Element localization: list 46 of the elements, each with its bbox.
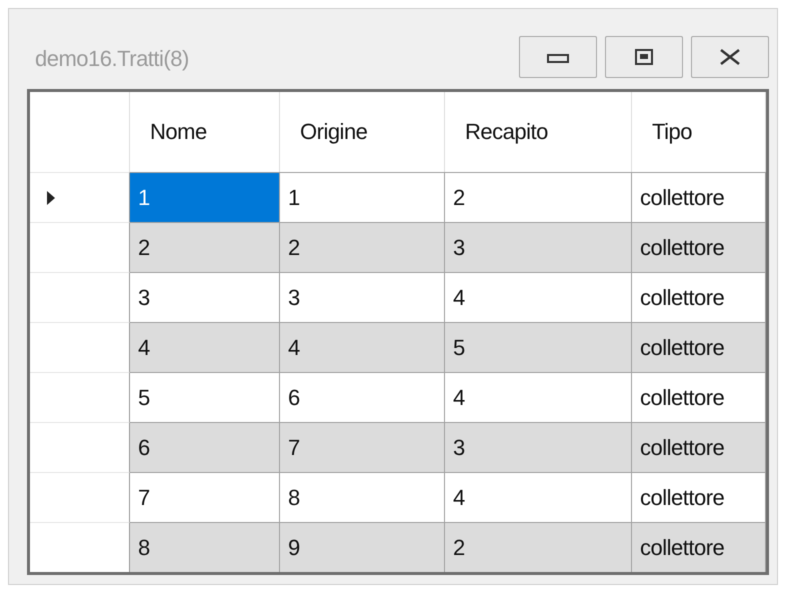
table-cell[interactable]: 1 xyxy=(280,172,445,222)
row-header[interactable] xyxy=(30,272,130,322)
table-cell[interactable]: 3 xyxy=(445,422,632,472)
table-cell[interactable]: collettore xyxy=(632,272,766,322)
table-cell[interactable]: 4 xyxy=(280,322,445,372)
row-header[interactable] xyxy=(30,322,130,372)
table-cell[interactable]: 5 xyxy=(130,372,280,422)
table-cell[interactable]: 7 xyxy=(280,422,445,472)
table-cell[interactable]: 2 xyxy=(445,522,632,572)
minimize-button[interactable] xyxy=(519,36,597,78)
table-cell[interactable]: collettore xyxy=(632,172,766,222)
table-cell[interactable]: 6 xyxy=(130,422,280,472)
row-header[interactable] xyxy=(30,422,130,472)
table-cell[interactable]: 7 xyxy=(130,472,280,522)
table-cell[interactable]: 5 xyxy=(445,322,632,372)
table-cell[interactable]: collettore xyxy=(632,422,766,472)
table-cell[interactable]: 4 xyxy=(445,272,632,322)
table-cell[interactable]: 3 xyxy=(130,272,280,322)
row-header[interactable] xyxy=(30,522,130,572)
table-cell[interactable]: 4 xyxy=(445,372,632,422)
table-cell[interactable]: 4 xyxy=(445,472,632,522)
table-cell[interactable]: 2 xyxy=(445,172,632,222)
table-cell[interactable]: 3 xyxy=(280,272,445,322)
table-cell[interactable]: 3 xyxy=(445,222,632,272)
table-cell[interactable]: collettore xyxy=(632,222,766,272)
table-cell[interactable]: 8 xyxy=(130,522,280,572)
window-title: demo16.Tratti(8) xyxy=(35,46,189,72)
table-cell[interactable]: 9 xyxy=(280,522,445,572)
close-icon xyxy=(719,48,741,66)
table-cell[interactable]: 2 xyxy=(280,222,445,272)
row-header[interactable] xyxy=(30,372,130,422)
row-header[interactable] xyxy=(30,222,130,272)
table-cell[interactable]: collettore xyxy=(632,472,766,522)
table-cell[interactable]: 4 xyxy=(130,322,280,372)
maximize-icon xyxy=(635,49,653,65)
row-header[interactable] xyxy=(30,472,130,522)
table-cell[interactable]: 6 xyxy=(280,372,445,422)
table-cell[interactable]: 1 xyxy=(130,172,280,222)
row-header[interactable] xyxy=(30,172,130,222)
table-cell[interactable]: collettore xyxy=(632,322,766,372)
table-cell[interactable]: 2 xyxy=(130,222,280,272)
table-cell[interactable]: collettore xyxy=(632,372,766,422)
table-cell[interactable]: collettore xyxy=(632,522,766,572)
table-cell[interactable]: 8 xyxy=(280,472,445,522)
close-button[interactable] xyxy=(691,36,769,78)
maximize-button[interactable] xyxy=(605,36,683,78)
